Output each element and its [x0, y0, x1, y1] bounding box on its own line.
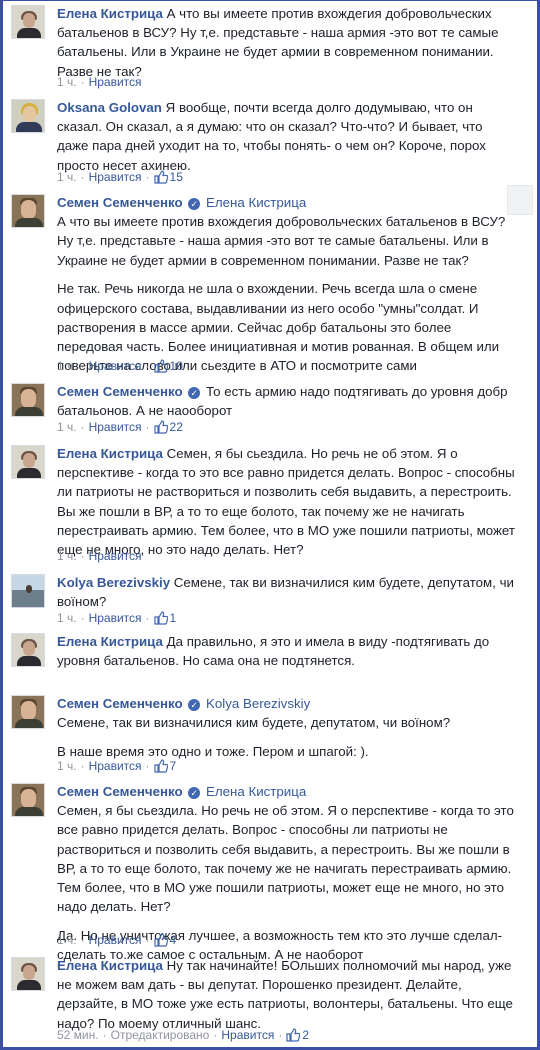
- author-name[interactable]: Елена Кистрица: [57, 958, 163, 973]
- author-name[interactable]: Семен Семенченко: [57, 696, 183, 711]
- comment-body: Семен Семенченко ✓ Kolya Berezivskiy Семе…: [57, 694, 517, 761]
- comment-body: Елена Кистрица Ну так начинайте! БОльших…: [57, 956, 517, 1033]
- comment-text: Семен Семенченко ✓ Елена Кистрица А что в…: [57, 193, 517, 375]
- comment-text: Елена Кистрица Ну так начинайте! БОльших…: [57, 956, 517, 1033]
- comment-meta: 1 ч. · Нравится · 15: [57, 170, 183, 184]
- comment-message: Семен, я бы сьездила. Но речь не об этом…: [57, 446, 515, 558]
- like-link[interactable]: Нравится: [89, 359, 142, 373]
- avatar[interactable]: [11, 99, 45, 133]
- like-count[interactable]: 15: [153, 170, 183, 184]
- timestamp[interactable]: 1 ч.: [57, 611, 77, 625]
- comment-meta: 1 ч. · Нравится: [57, 75, 142, 89]
- avatar[interactable]: [11, 5, 45, 39]
- timestamp[interactable]: 1 ч.: [57, 933, 77, 947]
- like-count[interactable]: 4: [153, 933, 177, 947]
- like-link[interactable]: Нравится: [89, 420, 142, 434]
- avatar[interactable]: [11, 633, 45, 667]
- like-link[interactable]: Нравится: [221, 1028, 274, 1042]
- timestamp[interactable]: 1 ч.: [57, 420, 77, 434]
- avatar[interactable]: [11, 194, 45, 228]
- author-name[interactable]: Елена Кистрица: [57, 634, 163, 649]
- comment-text: Oksana Golovan Я вообще, почти всегда до…: [57, 98, 517, 175]
- comment-meta: 1 ч. · Нравится · 7: [57, 759, 177, 773]
- timestamp[interactable]: 1 ч.: [57, 549, 77, 563]
- thumbs-up-icon: [153, 170, 168, 184]
- comment-text: Елена Кистрица Семен, я бы сьездила. Но …: [57, 444, 517, 559]
- like-link[interactable]: Нравится: [89, 759, 142, 773]
- comment-meta: 1 ч. · Нравится · 1: [57, 611, 177, 625]
- quoted-text: Семен, я бы сьездила. Но речь не об этом…: [57, 803, 514, 915]
- like-count-value: 22: [169, 420, 183, 434]
- author-name[interactable]: Елена Кистрица: [57, 446, 163, 461]
- like-count-value: 10: [169, 359, 183, 373]
- quoted-text: А что вы имеете против вхождегия доброво…: [57, 214, 506, 268]
- comment-body: Семен Семенченко ✓ Елена Кистрица А что в…: [57, 193, 517, 375]
- like-count-value: 7: [169, 759, 177, 773]
- avatar[interactable]: [11, 383, 45, 417]
- avatar[interactable]: [11, 957, 45, 991]
- author-name[interactable]: Kolya Berezivskiy: [57, 575, 170, 590]
- like-count-value: 1: [169, 611, 177, 625]
- reply-mention[interactable]: Елена Кистрица: [206, 784, 306, 799]
- timestamp[interactable]: 1 ч.: [57, 759, 77, 773]
- comment-body: Oksana Golovan Я вообще, почти всегда до…: [57, 98, 517, 175]
- thumbs-up-icon: [286, 1028, 301, 1042]
- like-count[interactable]: 22: [153, 420, 183, 434]
- comment-meta: 52 мин. · Отредактировано · Нравится · 2: [57, 1028, 309, 1042]
- avatar[interactable]: [11, 445, 45, 479]
- like-count[interactable]: 1: [153, 611, 177, 625]
- thumbs-up-icon: [153, 420, 168, 434]
- avatar[interactable]: [11, 783, 45, 817]
- comment-text: Елена Кистрица Да правильно, я это и име…: [57, 632, 517, 670]
- comment-body: Елена Кистрица А что вы имеете против вх…: [57, 4, 517, 81]
- author-name[interactable]: Семен Семенченко: [57, 784, 183, 799]
- like-count[interactable]: 10: [153, 359, 183, 373]
- comment-meta: 1 ч. · Нравится · 4: [57, 933, 177, 947]
- like-count[interactable]: 2: [286, 1028, 309, 1042]
- like-link[interactable]: Нравится: [89, 611, 142, 625]
- quoted-text: Семене, так ви визначилися ким будете, д…: [57, 715, 451, 731]
- thumbs-up-icon: [153, 759, 168, 773]
- comment-body: Kolya Berezivskiy Семене, так ви визначи…: [57, 573, 517, 611]
- timestamp[interactable]: 52 мин.: [57, 1028, 99, 1042]
- reply-mention[interactable]: Елена Кистрица: [206, 195, 306, 210]
- comment-meta: 1 ч. · Нравится · 22: [57, 420, 183, 434]
- comment-body: Семен Семенченко ✓ То есть армию надо по…: [57, 382, 517, 420]
- avatar[interactable]: [11, 574, 45, 608]
- avatar[interactable]: [11, 695, 45, 729]
- reply-mention[interactable]: Kolya Berezivskiy: [206, 696, 310, 711]
- like-count-value: 15: [169, 170, 183, 184]
- comment-body: Елена Кистрица Да правильно, я это и име…: [57, 632, 517, 670]
- thumbs-up-icon: [153, 611, 168, 625]
- like-link[interactable]: Нравится: [89, 549, 142, 563]
- comment-body: Елена Кистрица Семен, я бы сьездила. Но …: [57, 444, 517, 559]
- edited-label[interactable]: Отредактировано: [111, 1028, 210, 1042]
- like-count[interactable]: 7: [153, 759, 177, 773]
- thumbs-up-icon: [153, 933, 168, 947]
- timestamp[interactable]: 1 ч.: [57, 75, 77, 89]
- comment-meta: 1 ч. · Нравится: [57, 549, 142, 563]
- verified-badge-icon: ✓: [188, 198, 201, 210]
- comment-meta: 1 ч. · Нравится · 10: [57, 359, 183, 373]
- author-name[interactable]: Елена Кистрица: [57, 6, 163, 21]
- timestamp[interactable]: 1 ч.: [57, 170, 77, 184]
- like-count-value: 2: [302, 1028, 309, 1042]
- comment-text: Kolya Berezivskiy Семене, так ви визначи…: [57, 573, 517, 611]
- author-name[interactable]: Oksana Golovan: [57, 100, 162, 115]
- comment-text: Семен Семенченко ✓ Kolya Berezivskiy Семе…: [57, 694, 517, 761]
- like-link[interactable]: Нравится: [89, 933, 142, 947]
- verified-badge-icon: ✓: [188, 387, 201, 399]
- comment-text: Елена Кистрица А что вы имеете против вх…: [57, 4, 517, 81]
- author-name[interactable]: Семен Семенченко: [57, 195, 183, 210]
- verified-badge-icon: ✓: [188, 787, 201, 799]
- comment-text: Семен Семенченко ✓ То есть армию надо по…: [57, 382, 517, 420]
- timestamp[interactable]: 1 ч.: [57, 359, 77, 373]
- like-link[interactable]: Нравится: [89, 75, 142, 89]
- like-link[interactable]: Нравится: [89, 170, 142, 184]
- verified-badge-icon: ✓: [188, 699, 201, 711]
- like-count-value: 4: [169, 933, 177, 947]
- thumbs-up-icon: [153, 359, 168, 373]
- author-name[interactable]: Семен Семенченко: [57, 384, 183, 399]
